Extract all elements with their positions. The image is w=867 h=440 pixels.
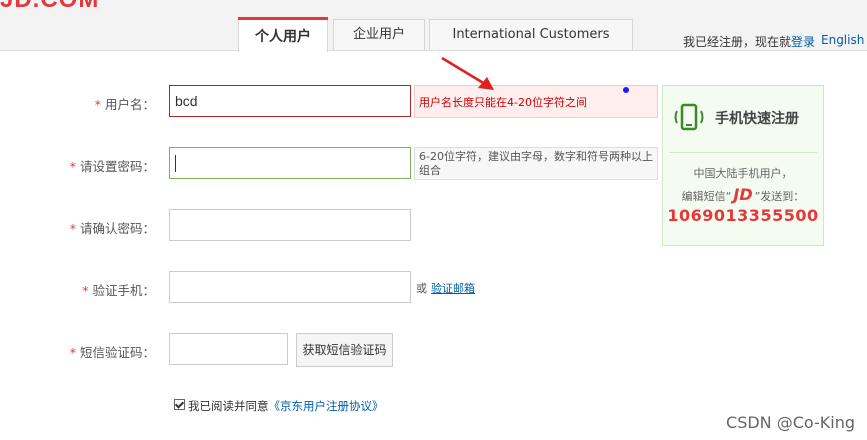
annotation-overlay (441, 56, 629, 93)
annotation-arrow-head (478, 77, 494, 90)
cursor-dot (623, 87, 629, 93)
tab-personal-label: 个人用户 (255, 29, 311, 45)
tab-personal[interactable]: 个人用户 (238, 17, 328, 52)
annotation-arrow-shaft (441, 56, 486, 86)
watermark: CSDN @Co-King (726, 413, 855, 432)
